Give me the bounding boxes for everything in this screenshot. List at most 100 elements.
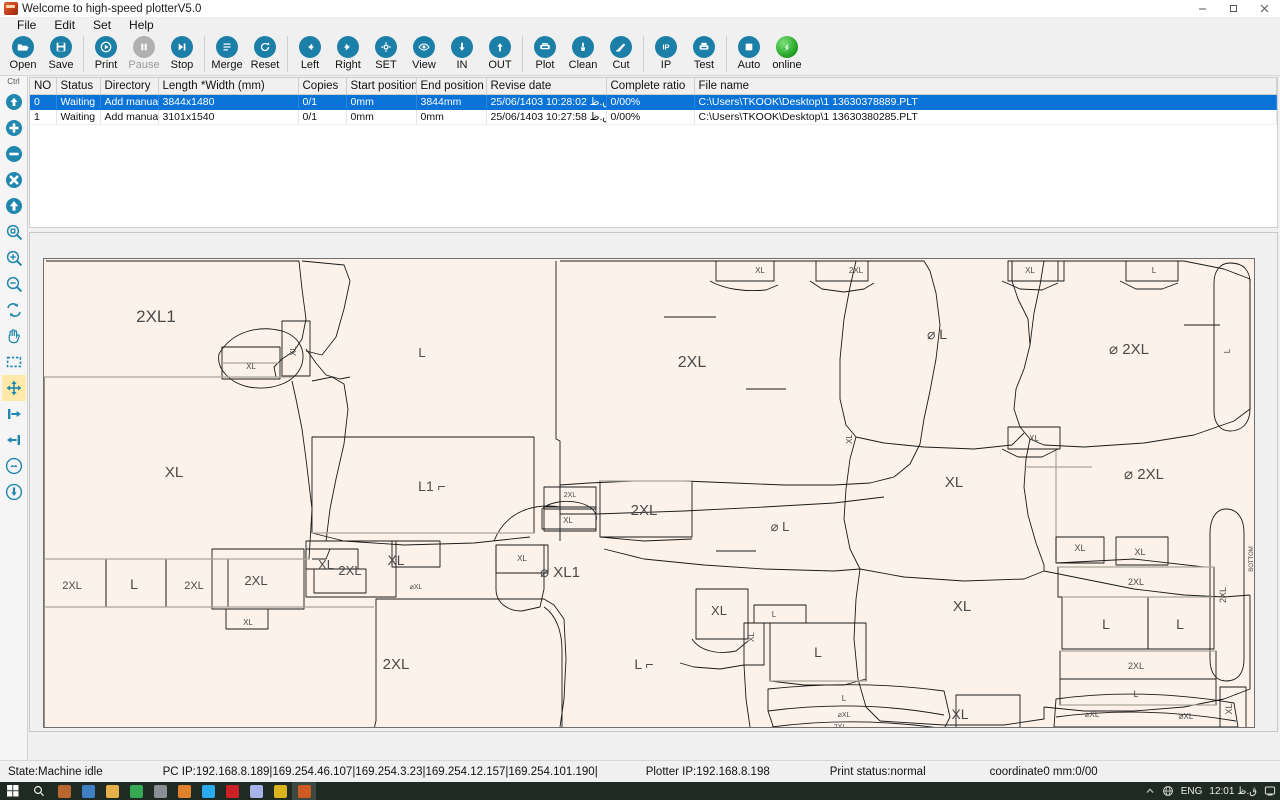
feed-down-icon[interactable] [2,453,26,479]
photos-app-icon[interactable] [52,782,76,800]
svg-text:2XL: 2XL [834,724,847,728]
col-revise-date[interactable]: Revise date [486,78,607,95]
zoom-fit-icon[interactable] [2,219,26,245]
minimize-button[interactable] [1187,0,1218,17]
telegram-icon[interactable] [196,782,220,800]
hand-pan-icon[interactable] [2,323,26,349]
toolbar-test-button[interactable]: Test [685,34,723,76]
col-length-width[interactable]: Length *Width (mm) [158,78,299,95]
move-all-icon[interactable] [1,375,26,401]
menu-set[interactable]: Set [84,17,120,34]
illustrator-icon[interactable] [220,782,244,800]
network-globe-icon[interactable] [1162,785,1174,797]
notification-center-icon[interactable] [1264,785,1276,797]
maximize-button[interactable] [1218,0,1249,17]
col-status[interactable]: Status [56,78,101,95]
windows-taskbar: ENG 12:01 ق.ظ [0,782,1280,800]
svg-text:2XL: 2XL [338,563,361,578]
plot-preview-panel: 2XL1 XL XL L XL 2XL XL 2XL XL L ⌀ L ⌀ 2X… [29,232,1278,732]
col-start-position[interactable]: Start position [346,78,417,95]
svg-text:XL: XL [711,603,727,618]
svg-text:2XL: 2XL [678,354,707,371]
move-up-circle-icon[interactable] [2,89,26,115]
zoom-in-icon[interactable] [2,245,26,271]
toolbar-view-button[interactable]: View [405,34,443,76]
search-icon[interactable] [26,782,52,800]
toolbar-print-button[interactable]: Print [87,34,125,76]
toolbar-merge-button[interactable]: Merge [208,34,246,76]
photoshop-icon[interactable] [244,782,268,800]
marquee-select-icon[interactable] [2,349,26,375]
toolbar-button-label: Stop [170,59,194,71]
job-length-width: 3101x1540 [158,109,299,125]
pause-icon [133,36,155,58]
taskbar-language[interactable]: ENG [1181,786,1203,797]
col-copies[interactable]: Copies [298,78,347,95]
toolbar-reset-button[interactable]: Reset [246,34,284,76]
svg-text:XL: XL [1134,547,1145,557]
toolbar-button-label: Test [693,59,715,71]
delete-x-circle-icon[interactable] [2,167,26,193]
rotate-icon[interactable] [2,297,26,323]
status-bar: State:Machine idle PC IP:192.168.8.189|1… [0,760,1280,782]
close-button[interactable] [1249,0,1280,17]
toolbar-open-button[interactable]: Open [4,34,42,76]
zoom-plus-circle-icon[interactable] [2,115,26,141]
refresh-reset-icon [254,36,276,58]
col-complete-ratio[interactable]: Complete ratio [606,78,695,95]
menu-help[interactable]: Help [120,17,163,34]
this-pc-icon[interactable] [76,782,100,800]
toolbar-out-button[interactable]: OUT [481,34,519,76]
toolbar-plot-button[interactable]: Plot [526,34,564,76]
toolbar-right-button[interactable]: Right [329,34,367,76]
gear-icon [375,36,397,58]
align-left-icon[interactable] [2,427,26,453]
svg-text:2XL: 2XL [1128,661,1144,671]
show-hidden-icons-chevron[interactable] [1145,786,1155,796]
calculator-icon[interactable] [148,782,172,800]
zoom-out-icon[interactable] [2,271,26,297]
toolbar-button-label: Clean [568,59,598,71]
toolbar-ip-button[interactable]: IP IP [647,34,685,76]
job-list-panel[interactable]: NO Status Directory Length *Width (mm) C… [29,77,1278,228]
toolbar-left-button[interactable]: Left [291,34,329,76]
plotter-application-window: Welcome to high-speed plotterV5.0 File E… [0,0,1280,800]
up-arrow-circle-icon[interactable] [2,193,26,219]
feed-pen-icon[interactable] [2,479,26,505]
align-right-icon[interactable] [2,401,26,427]
toolbar-in-button[interactable]: IN [443,34,481,76]
zoom-minus-circle-icon[interactable] [2,141,26,167]
stop-skip-icon [171,36,193,58]
marker-nesting-canvas[interactable]: 2XL1 XL XL L XL 2XL XL 2XL XL L ⌀ L ⌀ 2X… [43,258,1255,728]
job-directory: Add manually [100,109,159,125]
job-directory: Add manually [100,94,159,110]
chrome-icon[interactable] [124,782,148,800]
plotter-app-icon[interactable] [292,782,316,800]
toolbar-online-button[interactable]: online [768,34,806,76]
toolbar-cut-button[interactable]: Cut [602,34,640,76]
toolbar-save-button[interactable]: Save [42,34,80,76]
taskbar-clock[interactable]: 12:01 ق.ظ [1209,786,1257,797]
title-bar: Welcome to high-speed plotterV5.0 [0,0,1280,17]
col-end-position[interactable]: End position [416,78,487,95]
media-player-icon[interactable] [172,782,196,800]
col-file-name[interactable]: File name [694,78,1277,95]
menu-edit[interactable]: Edit [45,17,84,34]
toolbar-set-button[interactable]: SET [367,34,405,76]
job-end-position: 0mm [416,109,487,125]
col-no[interactable]: NO [30,78,57,95]
table-row[interactable]: 0WaitingAdd manually3844x14800/10mm3844m… [30,94,1277,110]
corel-icon[interactable] [268,782,292,800]
col-directory[interactable]: Directory [100,78,159,95]
svg-text:⌀XL: ⌀XL [410,584,423,591]
toolbar-stop-button[interactable]: Stop [163,34,201,76]
menu-file[interactable]: File [8,17,45,34]
svg-text:L: L [1102,616,1110,632]
windows-start-icon[interactable] [0,782,26,800]
job-copies: 0/1 [298,109,347,125]
svg-text:2XL: 2XL [383,656,410,673]
toolbar-clean-button[interactable]: Clean [564,34,602,76]
file-explorer-icon[interactable] [100,782,124,800]
table-row[interactable]: 1WaitingAdd manually3101x15400/10mm0mm25… [30,109,1277,125]
toolbar-auto-button[interactable]: Auto [730,34,768,76]
